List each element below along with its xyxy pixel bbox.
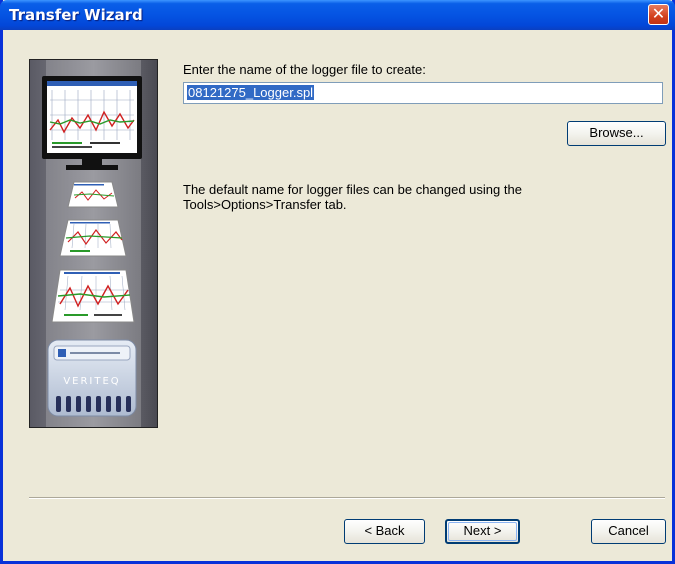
logger-device-icon: VERITEQ (47, 339, 137, 417)
wizard-illustration: VERITEQ (30, 60, 157, 427)
filename-selected-text: 08121275_Logger.spl (187, 85, 315, 100)
info-text: The default name for logger files can be… (183, 182, 522, 212)
transfer-wizard-window: Transfer Wizard ✕ VERITEQ Enter the name… (0, 0, 675, 564)
footer-separator (29, 497, 665, 499)
title-bar[interactable]: Transfer Wizard ✕ (0, 0, 675, 30)
close-button[interactable]: ✕ (648, 4, 669, 25)
window-title: Transfer Wizard (9, 6, 143, 24)
back-button[interactable]: < Back (344, 519, 425, 544)
close-icon: ✕ (651, 4, 666, 23)
wizard-side-panel: VERITEQ (29, 59, 158, 428)
device-brand-label: VERITEQ (63, 376, 120, 387)
monitor-chart-icon (42, 76, 142, 170)
filename-prompt-label: Enter the name of the logger file to cre… (183, 62, 426, 77)
browse-button[interactable]: Browse... (567, 121, 666, 146)
logger-filename-input[interactable]: 08121275_Logger.spl (183, 82, 663, 104)
next-button[interactable]: Next > (445, 519, 520, 544)
cancel-button[interactable]: Cancel (591, 519, 666, 544)
